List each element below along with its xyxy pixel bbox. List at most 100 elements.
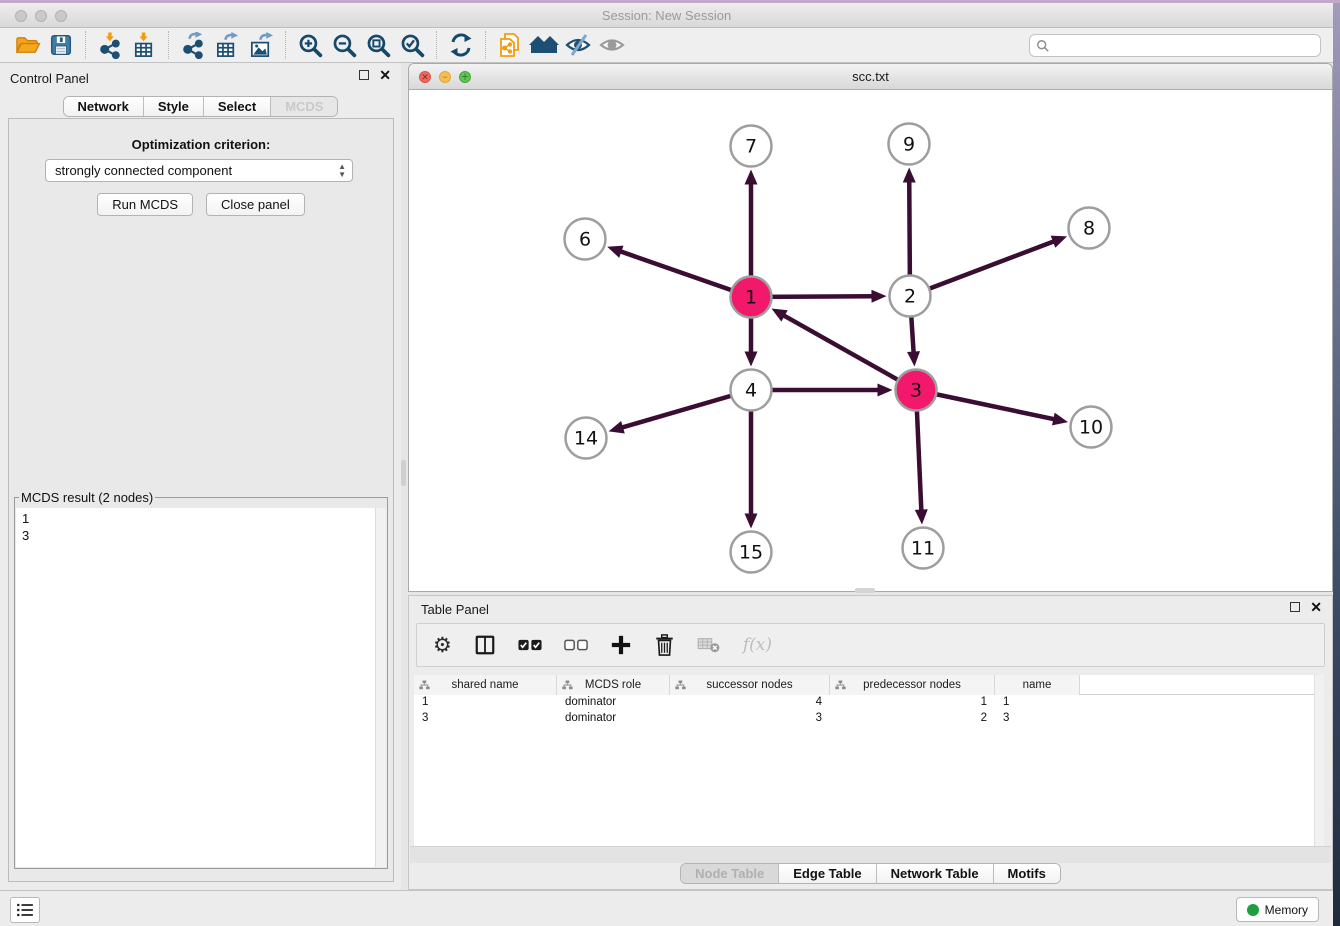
tab-node-table[interactable]: Node Table	[681, 864, 778, 883]
import-table-button[interactable]	[127, 30, 161, 60]
tab-style[interactable]: Style	[143, 97, 203, 116]
graph-edge-3-1[interactable]	[783, 315, 916, 390]
table-cell[interactable]: 3	[995, 711, 1080, 727]
select-all-columns-button[interactable]	[518, 639, 542, 651]
graph-edge-2-8[interactable]	[910, 241, 1055, 296]
float-panel-icon[interactable]	[359, 70, 369, 80]
column-header-MCDS-role[interactable]: MCDS role	[557, 675, 670, 695]
delete-table-button[interactable]	[697, 636, 721, 654]
table-cell[interactable]: 2	[830, 711, 995, 727]
add-column-button[interactable]	[610, 634, 632, 656]
run-mcds-button[interactable]: Run MCDS	[97, 193, 193, 216]
show-graphics-button[interactable]	[595, 30, 629, 60]
tab-edge-table[interactable]: Edge Table	[778, 864, 875, 883]
mcds-result-group: MCDS result (2 nodes) 1 3	[14, 490, 388, 869]
mcds-result-title: MCDS result (2 nodes)	[19, 490, 155, 505]
search-field[interactable]	[1029, 34, 1321, 57]
column-header-predecessor-nodes[interactable]: predecessor nodes	[830, 675, 995, 695]
control-panel: Control Panel ✕ Network Style Select MCD…	[0, 63, 401, 890]
table-cell[interactable]: 3	[414, 711, 557, 727]
delete-button[interactable]	[654, 634, 675, 656]
float-table-panel-icon[interactable]	[1290, 602, 1300, 612]
save-session-button[interactable]	[44, 30, 78, 60]
function-builder-button[interactable]: f(x)	[743, 635, 772, 655]
open-session-button[interactable]	[10, 30, 44, 60]
export-network-button[interactable]	[176, 30, 210, 60]
memory-status-icon	[1247, 904, 1259, 916]
network-view-titlebar: ✕ − ＋ scc.txt	[409, 64, 1332, 90]
tab-motifs[interactable]: Motifs	[993, 864, 1060, 883]
tab-network-table[interactable]: Network Table	[876, 864, 993, 883]
table-cell[interactable]: 1	[995, 695, 1080, 711]
function-builder-icon: f(x)	[743, 635, 772, 655]
table-row[interactable]: 3dominator323	[414, 711, 1324, 727]
unselect-all-columns-button[interactable]	[564, 639, 588, 651]
zoom-out-button[interactable]	[327, 30, 361, 60]
import-network-button[interactable]	[93, 30, 127, 60]
close-table-panel-icon[interactable]: ✕	[1310, 602, 1322, 612]
splitter-horizontal-grip[interactable]	[855, 588, 875, 593]
status-bar: Memory	[0, 890, 1333, 926]
column-header-shared-name[interactable]: shared name	[414, 675, 557, 695]
graph-node-label: 8	[1083, 218, 1095, 240]
column-header-label: name	[1023, 679, 1052, 691]
column-header-name[interactable]: name	[995, 675, 1080, 695]
export-image-button[interactable]	[244, 30, 278, 60]
export-table-icon	[214, 32, 241, 59]
graph-node-label: 3	[910, 380, 922, 402]
zoom-selected-button[interactable]	[395, 30, 429, 60]
delete-table-icon	[697, 636, 721, 654]
table-options-button[interactable]: ⚙	[433, 635, 452, 656]
home-icon	[529, 32, 559, 58]
export-table-button[interactable]	[210, 30, 244, 60]
graph-node-label: 11	[911, 538, 935, 560]
home-button[interactable]	[527, 30, 561, 60]
table-cell[interactable]: 1	[414, 695, 557, 711]
mcds-result-scrollbar[interactable]	[375, 508, 386, 867]
close-panel-button[interactable]: Close panel	[206, 193, 305, 216]
task-history-button[interactable]	[10, 897, 40, 923]
table-panel: Table Panel ✕ ⚙	[408, 595, 1333, 890]
table-cell[interactable]: 3	[670, 711, 830, 727]
splitter-vertical-grip[interactable]	[401, 460, 406, 486]
toolbar-separator	[285, 31, 286, 59]
hierarchy-icon	[675, 680, 686, 690]
table-scrollbar[interactable]	[1314, 675, 1324, 846]
table-cell[interactable]: 1	[830, 695, 995, 711]
toolbar-separator	[168, 31, 169, 59]
search-input[interactable]	[1050, 39, 1320, 53]
control-panel-tabbar: Network Style Select MCDS	[63, 96, 339, 117]
tab-network[interactable]: Network	[64, 97, 143, 116]
optimization-criterion-select[interactable]: strongly connected component ▲▼	[45, 159, 353, 182]
table-cell[interactable]: dominator	[557, 695, 670, 711]
control-panel-title: Control Panel	[10, 71, 89, 86]
zoom-fit-button[interactable]	[361, 30, 395, 60]
table-cell[interactable]: dominator	[557, 711, 670, 727]
network-file-button[interactable]	[493, 30, 527, 60]
column-header-successor-nodes[interactable]: successor nodes	[670, 675, 830, 695]
tab-select[interactable]: Select	[203, 97, 270, 116]
memory-button[interactable]: Memory	[1236, 897, 1319, 922]
show-eye-icon	[598, 32, 626, 58]
graph-arrowhead	[745, 352, 758, 367]
network-view-title: scc.txt	[409, 64, 1332, 90]
table-row[interactable]: 1dominator411	[414, 695, 1324, 711]
node-table: shared name MCDS rolesuccessor nodesprede…	[414, 675, 1324, 846]
network-canvas[interactable]: 7968124314101511	[409, 90, 1332, 591]
column-view-button[interactable]	[474, 634, 496, 656]
hide-eye-icon	[564, 32, 592, 58]
apply-layout-button[interactable]	[444, 30, 478, 60]
toolbar-separator	[436, 31, 437, 59]
graph-arrowhead	[878, 384, 893, 397]
hide-graphics-button[interactable]	[561, 30, 595, 60]
mcds-panel: Optimization criterion: strongly connect…	[8, 118, 394, 882]
mcds-result-area[interactable]: 1 3	[16, 508, 386, 867]
add-column-icon	[610, 634, 632, 656]
table-cell[interactable]: 4	[670, 695, 830, 711]
graph-node-label: 7	[745, 136, 757, 158]
tab-mcds[interactable]: MCDS	[270, 97, 337, 116]
close-panel-icon[interactable]: ✕	[379, 70, 391, 80]
zoom-in-button[interactable]	[293, 30, 327, 60]
graph-arrowhead	[607, 246, 623, 258]
column-header-label: shared name	[451, 679, 518, 691]
